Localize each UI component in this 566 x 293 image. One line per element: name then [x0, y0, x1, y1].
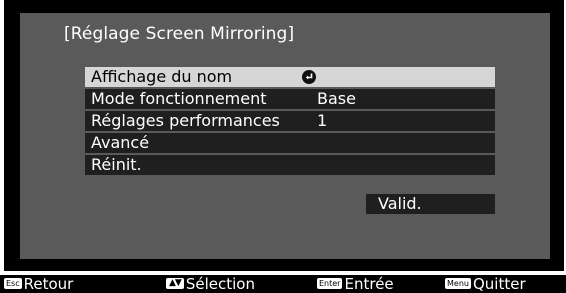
enter-key-icon: Enter: [317, 278, 343, 289]
menu-item-label: Réglages performances: [91, 111, 280, 130]
up-down-arrows-icon: ▲▼: [166, 278, 184, 289]
enter-return-icon: [302, 70, 316, 84]
footer-select: ▲▼ Sélection: [166, 275, 255, 293]
menu-item-value: Base: [317, 89, 356, 108]
menu-item-value: 1: [317, 111, 328, 130]
footer-label: Sélection: [185, 275, 255, 293]
menu-item-reinit[interactable]: Réinit.: [85, 155, 495, 175]
footer-label: Quitter: [472, 275, 526, 293]
menu-item-label: Réinit.: [91, 155, 142, 174]
footer-back: Esc Retour: [4, 275, 73, 293]
footer-quit: Menu Quitter: [445, 275, 526, 293]
footer-enter: Enter Entrée: [317, 275, 394, 293]
menu-item-avance[interactable]: Avancé: [85, 133, 495, 153]
menu-item-label: Mode fonctionnement: [91, 89, 267, 108]
menu-item-reglages-performances[interactable]: Réglages performances 1: [85, 111, 495, 131]
footer-label: Retour: [23, 275, 74, 293]
footer-label: Entrée: [344, 275, 394, 293]
esc-key-icon: Esc: [4, 278, 22, 289]
settings-menu: Affichage du nom Mode fonctionnement Bas…: [85, 67, 495, 177]
menu-item-affichage-du-nom[interactable]: Affichage du nom: [85, 67, 495, 87]
menu-item-label: Affichage du nom: [91, 67, 233, 86]
key-help-bar: Esc Retour ▲▼ Sélection Enter Entrée Menu Qu…: [0, 275, 566, 293]
menu-key-icon: Menu: [445, 278, 471, 289]
menu-item-label: Avancé: [91, 133, 150, 152]
valid-button[interactable]: Valid.: [366, 194, 495, 214]
page-title: [Réglage Screen Mirroring]: [64, 24, 295, 44]
menu-item-mode-fonctionnement[interactable]: Mode fonctionnement Base: [85, 89, 495, 109]
